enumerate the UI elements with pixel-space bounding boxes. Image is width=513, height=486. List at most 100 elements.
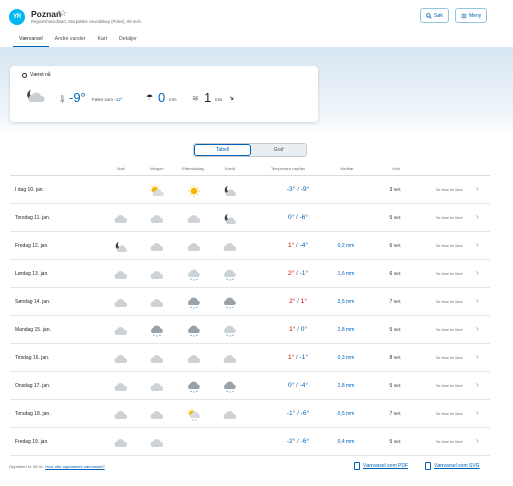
col-natt: Natt (117, 166, 125, 171)
hour-by-hour-link[interactable]: Se time for time (436, 356, 463, 360)
clock-icon (22, 72, 27, 78)
day-label: Onsdag 17. jan. (15, 383, 51, 389)
snow-dark-icon-ettermiddag (186, 380, 202, 393)
moon-cloud-icon-kveld (222, 212, 238, 224)
chevron-right-icon[interactable]: › (476, 436, 479, 445)
forecast-row[interactable]: Tirsdag 16. jan. 1° / -1° 0,3 mm 8 m/s Se ti… (10, 344, 490, 372)
forecast-row[interactable]: Søndag 14. jan. 2° / 1° 3,5 mm 7 m/s Se time… (10, 288, 490, 316)
chevron-right-icon[interactable]: › (476, 212, 479, 221)
yr-logo[interactable]: YR (9, 9, 25, 25)
main-tabs: Værvarsel Andre varsler Kart Detaljer (13, 36, 143, 47)
svg-link-label: Værvarsel som SVG (434, 463, 480, 469)
wind-value: 5 m/s (382, 327, 408, 333)
favorite-star-icon[interactable]: ☆ (59, 8, 67, 19)
location-name: Poznań (31, 9, 62, 19)
chevron-right-icon[interactable]: › (476, 380, 479, 389)
hour-by-hour-link[interactable]: Se time for time (436, 440, 463, 444)
hour-by-hour-link[interactable]: Se time for time (436, 188, 463, 192)
chevron-right-icon[interactable]: › (476, 184, 479, 193)
hour-by-hour-link[interactable]: Se time for time (436, 244, 463, 248)
hour-by-hour-link[interactable]: Se time for time (436, 300, 463, 304)
wind-speed: 8 (389, 355, 393, 361)
current-wind: 1 (204, 90, 212, 105)
wind-speed-unit: m/s (393, 215, 401, 220)
cloud-icon-natt (113, 212, 129, 224)
forecast-row[interactable]: Onsdag 17. jan. 0° / -4° 2,8 mm 5 m/s Se tim… (10, 372, 490, 400)
chevron-right-icon[interactable]: › (476, 296, 479, 305)
temperature-high-low: -3° / -9° (286, 186, 310, 193)
day-label: I dag 10. jan. (15, 187, 44, 193)
temperature-low: 0° (300, 326, 307, 333)
chevron-right-icon[interactable]: › (476, 268, 479, 277)
tab-map[interactable]: Kart (92, 36, 114, 47)
moon-cloud-icon-natt (113, 240, 129, 252)
temperature-high-low: 0° / -6° (287, 214, 309, 221)
wind-speed-unit: m/s (393, 355, 401, 360)
hour-by-hour-link[interactable]: Se time for time (436, 216, 463, 220)
tab-forecast[interactable]: Værvarsel (13, 36, 49, 47)
day-label: Fredag 19. jan. (15, 439, 49, 445)
tab-other-warnings[interactable]: Andre varsler (49, 36, 92, 47)
pdf-link[interactable]: Værvarsel som PDF (354, 462, 408, 470)
cloud-icon-morgen (149, 408, 165, 420)
chevron-right-icon[interactable]: › (476, 324, 479, 333)
col-morgen: Morgen (150, 166, 164, 171)
day-label: Torsdag 18. jan. (15, 411, 51, 417)
precipitation-value: 1,6 mm (337, 271, 355, 277)
current-weather-title-text: Været nå (30, 72, 51, 78)
table-view-button[interactable]: Tabell (194, 144, 251, 156)
day-label: Fredag 12. jan. (15, 243, 49, 249)
wind-speed-unit: m/s (393, 299, 401, 304)
graph-view-button[interactable]: Graf (251, 144, 306, 156)
hour-by-hour-link[interactable]: Se time for time (436, 412, 463, 416)
wind-speed-unit: m/s (393, 439, 401, 444)
menu-button[interactable]: Meny (455, 8, 488, 23)
cloud-icon-ettermiddag (186, 212, 202, 224)
current-temperature: -9° (69, 90, 86, 105)
hour-by-hour-link[interactable]: Se time for time (436, 384, 463, 388)
forecast-row[interactable]: Mandag 15. jan. 1° / 0° 2,8 mm 5 m/s Se time… (10, 316, 490, 344)
forecast-row[interactable]: Lørdag 13. jan. 2° / -1° 1,6 mm 6 m/s Se tim… (10, 260, 490, 288)
hour-by-hour-link[interactable]: Se time for time (436, 328, 463, 332)
search-button[interactable]: Søk (420, 8, 449, 23)
cloud-icon-natt (113, 296, 129, 308)
temperature-low: -4° (299, 242, 309, 249)
chevron-right-icon[interactable]: › (476, 240, 479, 249)
top-header: YR Poznań ☆ Regionshovedstad, Storpolske… (0, 0, 513, 47)
current-weather-card: Været nå 🌡 -9° Føles som -12° ☂ 0 mm ≋ 1… (10, 66, 318, 122)
menu-label: Meny (469, 12, 482, 19)
snow-cloud-icon-kveld (222, 324, 238, 337)
chevron-right-icon[interactable]: › (476, 408, 479, 417)
precipitation-value: 0,4 mm (337, 439, 355, 445)
tab-details[interactable]: Detaljer (113, 36, 143, 47)
wind-speed-unit: m/s (393, 383, 401, 388)
feels-like-value: -12° (114, 97, 123, 102)
forecast-row[interactable]: Torsdag 11. jan. 0° / -6° 5 m/s Se time for… (10, 204, 490, 232)
temperature-low: -1° (299, 354, 309, 361)
cloud-icon-natt (113, 268, 129, 280)
cloud-icon-morgen (149, 240, 165, 252)
forecast-row[interactable]: I dag 10. jan. -3° / -9° 3 m/s Se time for … (10, 176, 490, 204)
hour-by-hour-link[interactable]: Se time for time (436, 272, 463, 276)
precipitation-value: 2,8 mm (337, 383, 355, 389)
col-precipitation: Nedbør (340, 166, 354, 171)
svg-link[interactable]: Værvarsel som SVG (425, 462, 480, 470)
updated-text: Oppdatert kl. 06:41. (9, 464, 45, 469)
view-toggle: Tabell Graf (193, 143, 307, 157)
temperature-high-low: 1° / -1° (287, 354, 309, 361)
cloud-icon-natt (113, 380, 129, 392)
faq-link[interactable]: Hvor ofte oppdateres værvarslet? (45, 464, 104, 469)
col-ettermiddag: Ettermiddag (182, 166, 204, 171)
forecast-row[interactable]: Fredag 12. jan. 1° / -4° 0,2 mm 6 m/s Se tim… (10, 232, 490, 260)
temperature-low: 1° (300, 298, 307, 305)
footer-updated: Oppdatert kl. 06:41. Hvor ofte oppdatere… (9, 464, 105, 469)
precipitation-unit: mm (169, 97, 177, 102)
cloud-icon-natt (113, 324, 129, 336)
chevron-right-icon[interactable]: › (476, 352, 479, 361)
thermometer-icon: 🌡 (58, 96, 67, 103)
forecast-row[interactable]: Fredag 19. jan. -2° / -6° 0,4 mm 5 m/s Se ti… (10, 428, 490, 456)
wind-value: 7 m/s (382, 299, 408, 305)
forecast-row[interactable]: Torsdag 18. jan. -1° / -6° 0,5 mm 7 m/s Se t… (10, 400, 490, 428)
precipitation-value: 2,8 mm (337, 327, 355, 333)
precipitation-value: 3,5 mm (337, 299, 355, 305)
